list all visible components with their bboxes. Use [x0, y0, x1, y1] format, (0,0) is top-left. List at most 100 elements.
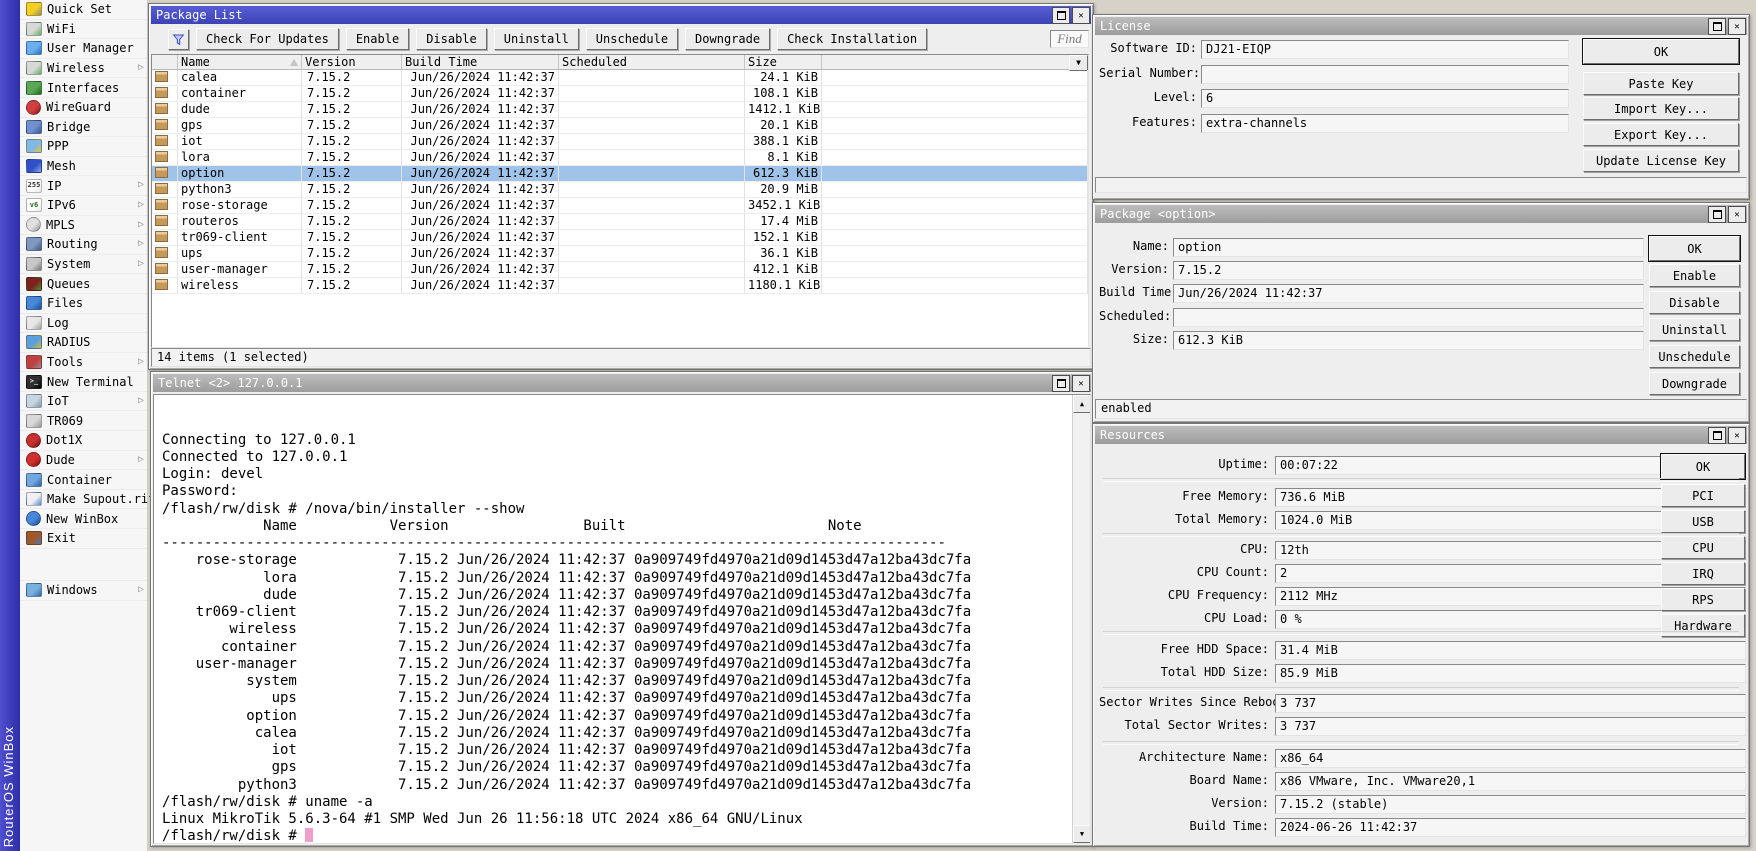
field-value[interactable]: x86 VMware, Inc. VMware20,1: [1275, 772, 1746, 791]
maximize-button[interactable]: [1708, 427, 1726, 444]
field-value[interactable]: x86_64: [1275, 749, 1746, 768]
sidebar-item-ip[interactable]: 255IP▷: [20, 176, 147, 196]
close-icon[interactable]: ✕: [1072, 7, 1090, 24]
sidebar-item-ipv6[interactable]: v6IPv6▷: [20, 196, 147, 216]
ok-button[interactable]: OK: [1649, 236, 1740, 261]
close-icon[interactable]: ✕: [1728, 18, 1746, 35]
sidebar-item-log[interactable]: Log: [20, 314, 147, 334]
sidebar-item-wireless[interactable]: Wireless▷: [20, 59, 147, 79]
sidebar-item-make-supout-rif[interactable]: Make Supout.rif: [20, 490, 147, 510]
field-value[interactable]: 3 737: [1275, 694, 1746, 713]
column-header-version[interactable]: Version: [302, 55, 402, 69]
terminal-output[interactable]: Connecting to 127.0.0.1 Connected to 127…: [162, 397, 971, 844]
close-icon[interactable]: ✕: [1728, 427, 1746, 444]
pci-button[interactable]: PCI: [1661, 484, 1745, 507]
sidebar-item-new-terminal[interactable]: >_New Terminal: [20, 372, 147, 392]
sidebar-item-ppp[interactable]: PPP: [20, 137, 147, 157]
sidebar-item-files[interactable]: Files: [20, 294, 147, 314]
sidebar-item-dude[interactable]: Dude▷: [20, 451, 147, 471]
export-key--button[interactable]: Export Key...: [1583, 123, 1739, 146]
usb-button[interactable]: USB: [1661, 510, 1745, 533]
sidebar-item-system[interactable]: System▷: [20, 255, 147, 275]
table-row[interactable]: dude7.15.2Jun/26/2024 11:42:371412.1 KiB: [152, 102, 1088, 118]
field-value[interactable]: 6: [1201, 89, 1569, 108]
disable-button[interactable]: Disable: [1649, 291, 1740, 314]
maximize-button[interactable]: [1708, 206, 1726, 223]
column-header-name[interactable]: Name: [178, 55, 302, 69]
sidebar-item-mpls[interactable]: MPLS▷: [20, 216, 147, 236]
sidebar-item-tools[interactable]: Tools▷: [20, 353, 147, 373]
sidebar-item-quick-set[interactable]: Quick Set: [20, 0, 147, 20]
rps-button[interactable]: RPS: [1661, 588, 1745, 611]
sidebar-item-dot1x[interactable]: Dot1X: [20, 431, 147, 451]
toolbar-button-unschedule[interactable]: Unschedule: [586, 28, 678, 50]
column-header-scheduled[interactable]: Scheduled: [559, 55, 745, 69]
field-value[interactable]: option: [1173, 238, 1644, 257]
sidebar-item-wifi[interactable]: WiFi: [20, 20, 147, 40]
column-select-button[interactable]: ▼: [1069, 55, 1088, 71]
field-value[interactable]: 7.15.2 (stable): [1275, 795, 1746, 814]
sidebar-item-iot[interactable]: IoT▷: [20, 392, 147, 412]
ok-button[interactable]: OK: [1661, 454, 1745, 479]
sidebar-item-radius[interactable]: RADIUS: [20, 333, 147, 353]
filter-button[interactable]: [168, 29, 189, 50]
table-row[interactable]: iot7.15.2Jun/26/2024 11:42:37388.1 KiB: [152, 134, 1088, 150]
sidebar-item-new-winbox[interactable]: New WinBox: [20, 509, 147, 529]
close-icon[interactable]: ✕: [1728, 206, 1746, 223]
table-row[interactable]: lora7.15.2Jun/26/2024 11:42:378.1 KiB: [152, 150, 1088, 166]
scroll-down-icon[interactable]: ▼: [1073, 825, 1091, 843]
field-value[interactable]: Jun/26/2024 11:42:37: [1173, 284, 1644, 303]
field-value[interactable]: 31.4 MiB: [1275, 641, 1746, 660]
import-key--button[interactable]: Import Key...: [1583, 97, 1739, 120]
scrollbar[interactable]: ▲ ▼: [1072, 395, 1090, 843]
sidebar-item-tr069[interactable]: TR069: [20, 411, 147, 431]
sidebar-item-bridge[interactable]: Bridge: [20, 118, 147, 138]
column-header-build-time[interactable]: Build Time: [402, 55, 559, 69]
toolbar-button-downgrade[interactable]: Downgrade: [685, 28, 770, 50]
table-row[interactable]: gps7.15.2Jun/26/2024 11:42:3720.1 KiB: [152, 118, 1088, 134]
sidebar-item-windows[interactable]: Windows▷: [20, 580, 147, 601]
find-input[interactable]: Find: [1050, 30, 1089, 48]
sidebar-item-mesh[interactable]: Mesh: [20, 157, 147, 177]
table-row[interactable]: calea7.15.2Jun/26/2024 11:42:3724.1 KiB: [152, 70, 1088, 86]
update-license-key-button[interactable]: Update License Key: [1583, 149, 1739, 172]
toolbar-button-disable[interactable]: Disable: [416, 28, 487, 50]
enable-button[interactable]: Enable: [1649, 264, 1740, 287]
sidebar-item-interfaces[interactable]: Interfaces: [20, 78, 147, 98]
table-row[interactable]: python37.15.2Jun/26/2024 11:42:3720.9 Mi…: [152, 182, 1088, 198]
cpu-button[interactable]: CPU: [1661, 536, 1745, 559]
package-list-titlebar[interactable]: Package List ✕: [151, 6, 1091, 24]
field-value[interactable]: [1201, 65, 1569, 84]
toolbar-button-check-installation[interactable]: Check Installation: [777, 28, 927, 50]
sidebar-item-queues[interactable]: Queues: [20, 274, 147, 294]
sidebar-item-user-manager[interactable]: User Manager: [20, 39, 147, 59]
telnet-titlebar[interactable]: Telnet <2> 127.0.0.1 ✕: [153, 374, 1091, 392]
field-value[interactable]: 3 737: [1275, 717, 1746, 736]
toolbar-button-check-for-updates[interactable]: Check For Updates: [196, 28, 339, 50]
uninstall-button[interactable]: Uninstall: [1649, 318, 1740, 341]
sidebar-item-routing[interactable]: Routing▷: [20, 235, 147, 255]
package-option-titlebar[interactable]: Package <option> ✕: [1095, 205, 1747, 223]
close-icon[interactable]: ✕: [1072, 375, 1090, 392]
downgrade-button[interactable]: Downgrade: [1649, 372, 1740, 395]
toolbar-button-enable[interactable]: Enable: [346, 28, 409, 50]
field-value[interactable]: 7.15.2: [1173, 261, 1644, 280]
maximize-button[interactable]: [1052, 375, 1070, 392]
field-value[interactable]: 2024-06-26 11:42:37: [1275, 818, 1746, 837]
table-row[interactable]: wireless7.15.2Jun/26/2024 11:42:371180.1…: [152, 278, 1088, 294]
column-header-size[interactable]: Size: [745, 55, 822, 69]
table-row[interactable]: container7.15.2Jun/26/2024 11:42:37108.1…: [152, 86, 1088, 102]
table-row[interactable]: user-manager7.15.2Jun/26/2024 11:42:3741…: [152, 262, 1088, 278]
maximize-button[interactable]: [1708, 18, 1726, 35]
table-row[interactable]: ups7.15.2Jun/26/2024 11:42:3736.1 KiB: [152, 246, 1088, 262]
sidebar-item-wireguard[interactable]: WireGuard: [20, 98, 147, 118]
field-value[interactable]: 85.9 MiB: [1275, 664, 1746, 683]
table-row[interactable]: rose-storage7.15.2Jun/26/2024 11:42:3734…: [152, 198, 1088, 214]
terminal-area[interactable]: Connecting to 127.0.0.1 Connected to 127…: [153, 394, 1091, 844]
irq-button[interactable]: IRQ: [1661, 562, 1745, 585]
field-value[interactable]: [1173, 308, 1644, 327]
ok-button[interactable]: OK: [1583, 39, 1739, 64]
resources-titlebar[interactable]: Resources ✕: [1095, 426, 1747, 444]
unschedule-button[interactable]: Unschedule: [1649, 345, 1740, 368]
maximize-button[interactable]: [1052, 7, 1070, 24]
